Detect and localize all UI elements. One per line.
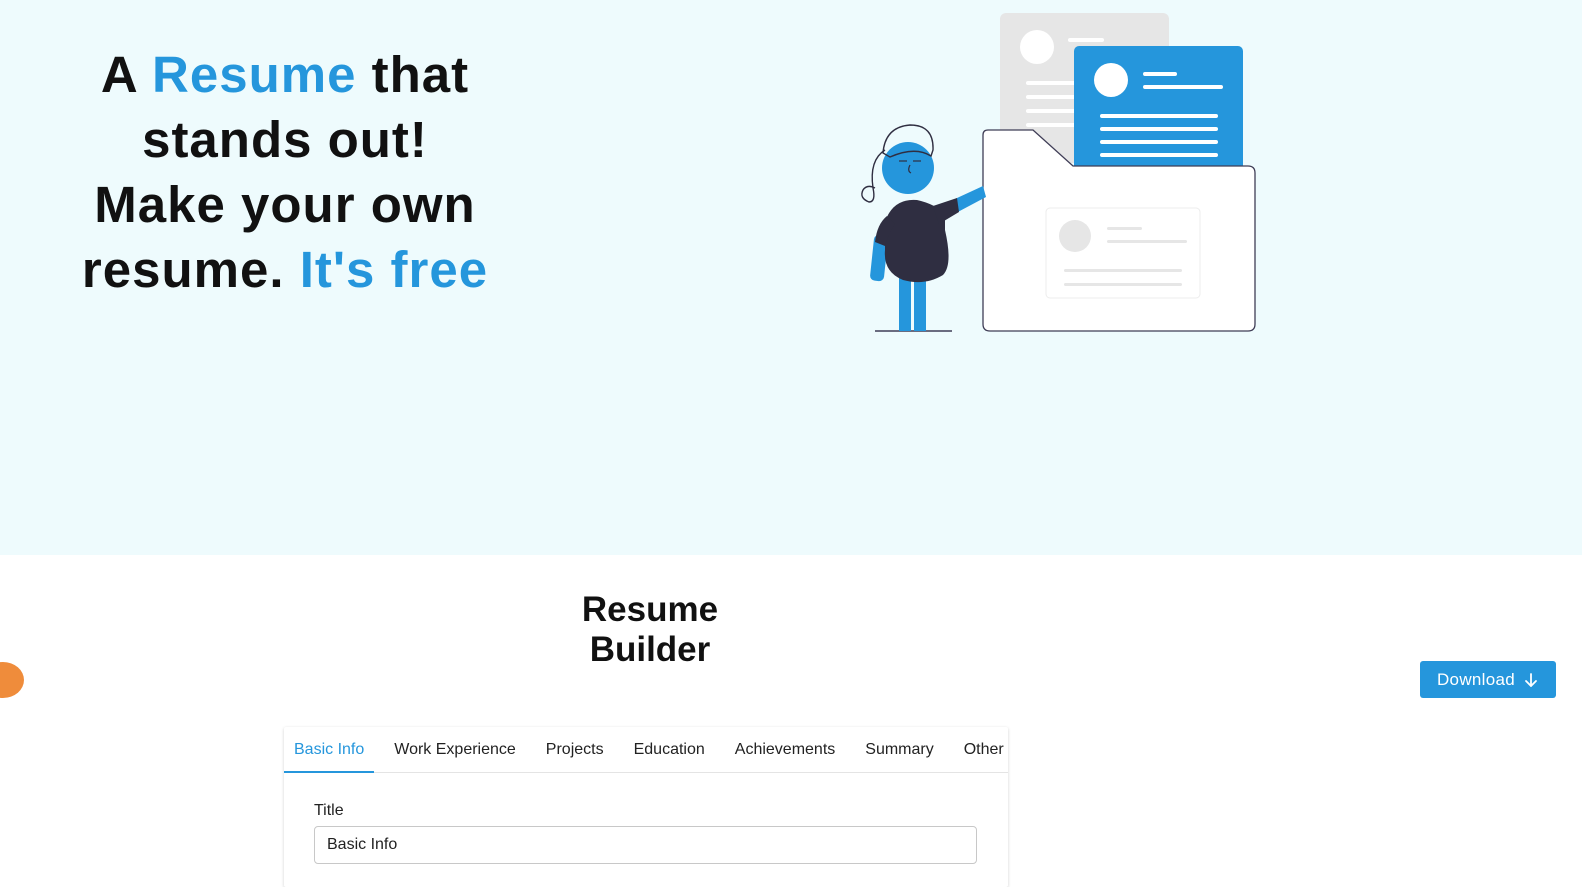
resume-illustration (861, 13, 1256, 332)
arrow-down-icon (1525, 672, 1537, 687)
hero-headline: A Resume that stands out! Make your own … (60, 42, 510, 302)
headline-accent: It's free (299, 241, 489, 298)
title-input[interactable] (314, 826, 977, 864)
headline-accent: Resume (152, 46, 357, 103)
tab-projects[interactable]: Projects (536, 727, 614, 773)
person-figure (861, 124, 986, 332)
download-label: Download (1436, 669, 1515, 689)
tab-work-experience[interactable]: Work Experience (384, 727, 526, 773)
headline-text: A (100, 46, 153, 103)
headline-text: that (356, 46, 470, 103)
tab-basic-info[interactable]: Basic Info (284, 727, 375, 773)
headline-text: stands out! (142, 111, 428, 168)
title-field-label: Title (314, 802, 344, 819)
page-title: Resume Builder (581, 590, 719, 669)
resume-form-card: Basic Info Work Experience Projects Educ… (284, 727, 1008, 887)
tab-education[interactable]: Education (624, 727, 715, 773)
tab-summary[interactable]: Summary (855, 727, 943, 773)
hero-section: A Resume that stands out! Make your own … (0, 0, 1582, 555)
headline-text: resume. (81, 241, 300, 298)
form-tabs: Basic Info Work Experience Projects Educ… (284, 727, 1008, 773)
download-button[interactable]: Download (1420, 661, 1556, 698)
tab-other[interactable]: Other (954, 727, 1014, 773)
headline-text: Make your own (94, 176, 476, 233)
floating-action-dot[interactable] (0, 662, 24, 698)
tab-achievements[interactable]: Achievements (725, 727, 846, 773)
